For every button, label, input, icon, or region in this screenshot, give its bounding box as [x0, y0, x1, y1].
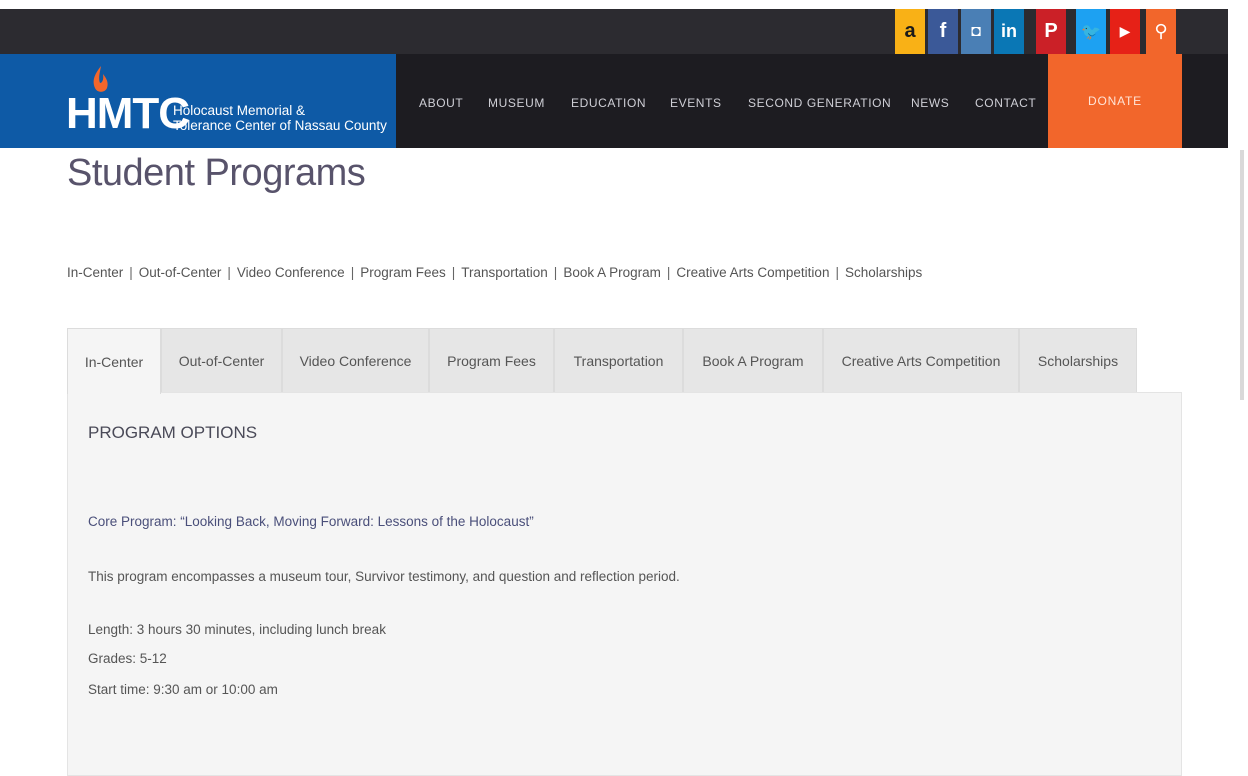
logo-mark[interactable]: HMTC: [66, 92, 190, 136]
instagram-icon[interactable]: ◘: [961, 9, 991, 54]
tab-scholarships[interactable]: Scholarships: [1019, 328, 1137, 392]
separator: |: [350, 265, 355, 280]
tab-creative-arts-competition[interactable]: Creative Arts Competition: [823, 328, 1019, 392]
tab-book-a-program[interactable]: Book A Program: [683, 328, 823, 392]
panel-heading: PROGRAM OPTIONS: [88, 423, 258, 442]
linkedin-icon[interactable]: in: [994, 9, 1024, 54]
separator: |: [129, 265, 133, 280]
twitter-icon[interactable]: 🐦: [1076, 9, 1106, 54]
separator: |: [451, 265, 456, 280]
logo-subtitle: Holocaust Memorial & Tolerance Center of…: [173, 103, 387, 133]
tab-video-conference[interactable]: Video Conference: [282, 328, 429, 392]
nav-about[interactable]: ABOUT: [419, 96, 463, 110]
quick-links: In-Center | Out-of-Center | Video Conference…: [67, 265, 922, 280]
scrollbar[interactable]: [1240, 150, 1244, 400]
separator: |: [666, 265, 671, 280]
tab-panel: PROGRAM OPTIONS Core Program: “Looking B…: [67, 392, 1182, 776]
program-grades: Grades: 5-12: [88, 651, 167, 666]
quick-link-transportation[interactable]: Transportation: [461, 265, 548, 280]
donate-button[interactable]: DONATE: [1048, 54, 1182, 148]
search-icon[interactable]: ⚲: [1146, 9, 1176, 54]
program-length: Length: 3 hours 30 minutes, including lu…: [88, 622, 386, 637]
tab-in-center[interactable]: In-Center: [67, 328, 161, 394]
program-description: This program encompasses a museum tour, …: [88, 569, 680, 584]
quick-link-in-center[interactable]: In-Center: [67, 265, 123, 280]
pinterest-icon[interactable]: P: [1036, 9, 1066, 54]
youtube-icon[interactable]: ▶: [1110, 9, 1140, 54]
nav-education[interactable]: EDUCATION: [571, 96, 646, 110]
nav-museum[interactable]: MUSEUM: [488, 96, 545, 110]
tab-out-of-center[interactable]: Out-of-Center: [161, 328, 282, 392]
facebook-icon[interactable]: f: [928, 9, 958, 54]
quick-link-scholarships[interactable]: Scholarships: [845, 265, 922, 280]
quick-link-video-conference[interactable]: Video Conference: [237, 265, 345, 280]
program-start-time: Start time: 9:30 am or 10:00 am: [88, 682, 278, 697]
amazon-icon[interactable]: a: [895, 9, 925, 54]
nav-news[interactable]: NEWS: [911, 96, 949, 110]
page-title: Student Programs: [67, 152, 366, 194]
logo-block[interactable]: [0, 54, 396, 148]
quick-link-out-of-center[interactable]: Out-of-Center: [139, 265, 222, 280]
quick-link-creative-arts[interactable]: Creative Arts Competition: [676, 265, 829, 280]
core-program-text: Core Program: “Looking Back, Moving Forw…: [88, 514, 534, 529]
separator: |: [553, 265, 558, 280]
nav-events[interactable]: EVENTS: [670, 96, 722, 110]
logo-line-2: Tolerance Center of Nassau County: [173, 118, 387, 133]
nav-contact[interactable]: CONTACT: [975, 96, 1036, 110]
tab-transportation[interactable]: Transportation: [554, 328, 683, 392]
quick-link-program-fees[interactable]: Program Fees: [360, 265, 446, 280]
separator: |: [227, 265, 231, 280]
nav-second-generation[interactable]: SECOND GENERATION: [748, 96, 891, 110]
separator: |: [835, 265, 839, 280]
logo-line-1: Holocaust Memorial &: [173, 103, 306, 118]
quick-link-book-a-program[interactable]: Book A Program: [563, 265, 661, 280]
tab-program-fees[interactable]: Program Fees: [429, 328, 554, 392]
